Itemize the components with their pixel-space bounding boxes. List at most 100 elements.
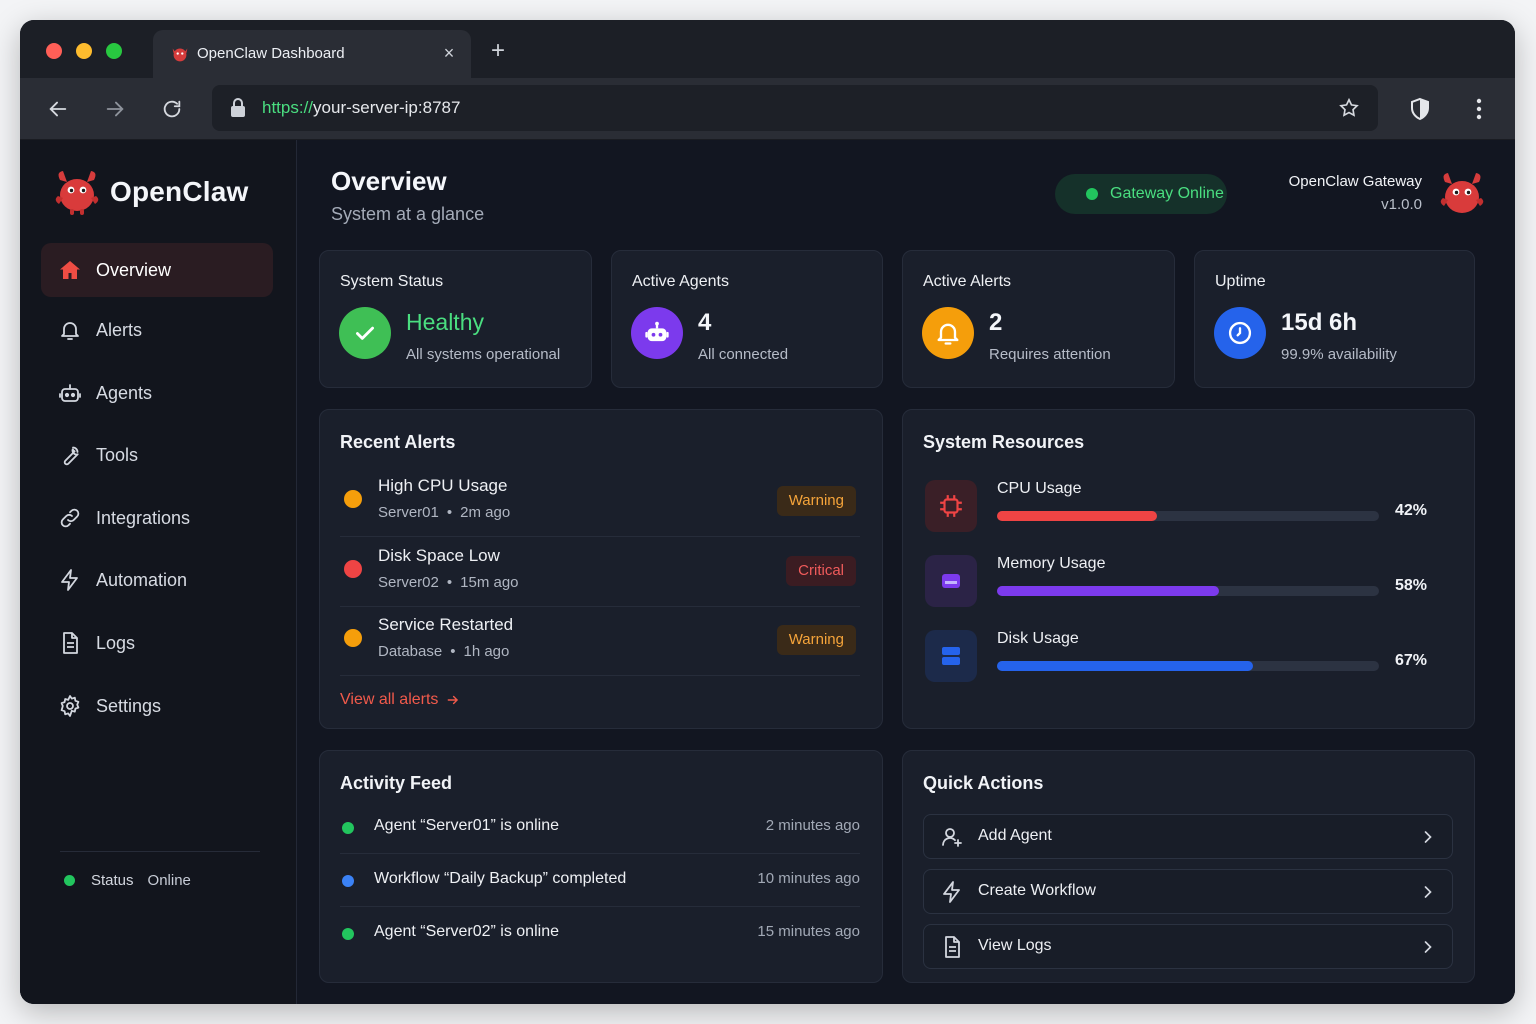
bell-icon — [922, 307, 974, 359]
stat-subtext: All systems operational — [406, 346, 561, 363]
resource-label: Memory Usage — [997, 555, 1106, 572]
resource-label: CPU Usage — [997, 480, 1082, 497]
brand-name: OpenClaw — [110, 176, 249, 207]
alert-row-disk-space[interactable]: Disk Space Low Server02 • 15m ago Critical — [340, 538, 860, 607]
activity-time: 2 minutes ago — [765, 817, 860, 834]
bell-icon — [61, 322, 79, 340]
app-area: OpenClaw Overview Alerts Agents Tools In… — [20, 140, 1515, 1004]
new-tab-button[interactable]: + — [486, 39, 510, 63]
alert-meta: Database • 1h ago — [378, 643, 510, 660]
resource-value: 67% — [1394, 652, 1427, 669]
status-value: Online — [147, 872, 191, 889]
activity-time: 15 minutes ago — [757, 923, 860, 940]
user-plus-icon — [942, 828, 962, 847]
severity-dot — [344, 560, 362, 578]
recent-alerts-card: Recent Alerts High CPU Usage Server01 • 2m… — [319, 409, 883, 729]
activity-time: 10 minutes ago — [757, 870, 860, 887]
view-logs-button[interactable]: View Logs — [923, 924, 1453, 969]
bookmark-star-icon[interactable] — [1338, 97, 1360, 119]
browser-tab[interactable]: OpenClaw Dashboard × — [153, 30, 471, 78]
card-title: Recent Alerts — [340, 432, 456, 452]
status-dot — [1086, 188, 1098, 200]
card-title: Quick Actions — [923, 773, 1044, 793]
sidebar-item-label: Alerts — [96, 319, 143, 340]
stat-title: Active Agents — [632, 273, 729, 290]
resource-row-cpu: CPU Usage 42% — [923, 480, 1443, 532]
arrow-right-icon — [448, 695, 459, 705]
chevron-right-icon — [1424, 941, 1432, 953]
sidebar-item-logs[interactable]: Logs — [41, 616, 273, 670]
gateway-status-badge: Gateway Online — [1055, 174, 1227, 214]
avatar[interactable] — [1439, 170, 1485, 218]
gear-icon — [60, 695, 80, 717]
stat-card-uptime[interactable]: Uptime 15d 6h 99.9% availability — [1194, 250, 1475, 388]
stat-value: 4 — [698, 309, 712, 336]
stat-subtext: 99.9% availability — [1281, 346, 1397, 363]
more-menu-icon[interactable] — [1465, 95, 1493, 123]
create-workflow-button[interactable]: Create Workflow — [923, 869, 1453, 914]
tab-close-icon[interactable]: × — [437, 41, 461, 65]
stat-title: Active Alerts — [923, 273, 1012, 290]
sidebar-item-label: Overview — [96, 259, 172, 280]
add-agent-button[interactable]: Add Agent — [923, 814, 1453, 859]
progress-track — [997, 661, 1379, 671]
sidebar-item-label: Logs — [96, 632, 136, 653]
url-text: https://your-server-ip:8787 — [262, 98, 461, 117]
activity-feed-card: Activity Feed Agent “Server01” is online… — [319, 750, 883, 983]
sidebar-item-automation[interactable]: Automation — [41, 553, 273, 607]
alert-row-high-cpu[interactable]: High CPU Usage Server01 • 2m ago Warning — [340, 468, 860, 537]
tab-strip: OpenClaw Dashboard × + — [20, 20, 1515, 78]
alert-meta: Server01 • 2m ago — [378, 504, 511, 521]
back-icon[interactable] — [44, 95, 72, 123]
alert-row-service-restarted[interactable]: Service Restarted Database • 1h ago Warnin… — [340, 607, 860, 676]
stat-card-active-agents[interactable]: Active Agents 4 All connected — [611, 250, 883, 388]
browser-toolbar: https://your-server-ip:8787 — [20, 78, 1515, 140]
activity-text: Agent “Server02” is online — [374, 923, 559, 940]
resource-label: Disk Usage — [997, 630, 1079, 647]
resource-row-memory: Memory Usage 58% — [923, 555, 1443, 607]
maximize-window-button[interactable] — [106, 43, 122, 59]
activity-text: Workflow “Daily Backup” completed — [374, 870, 627, 887]
reload-icon[interactable] — [158, 95, 186, 123]
openclaw-logo-icon — [55, 171, 99, 215]
sidebar-divider — [60, 851, 260, 852]
sidebar-item-agents[interactable]: Agents — [41, 366, 273, 420]
view-all-alerts-link[interactable]: View all alerts — [340, 691, 460, 709]
status-badge: Critical — [786, 556, 856, 586]
stat-title: Uptime — [1215, 273, 1266, 290]
resource-row-disk: Disk Usage 67% — [923, 630, 1443, 682]
stat-value: 15d 6h — [1281, 309, 1358, 336]
card-title: Activity Feed — [340, 773, 453, 793]
sidebar-item-label: Integrations — [96, 507, 191, 528]
wrench-icon — [63, 446, 79, 466]
sidebar-item-overview[interactable]: Overview — [41, 243, 273, 297]
address-bar[interactable]: https://your-server-ip:8787 — [212, 85, 1378, 131]
status-badge: Warning — [776, 486, 856, 516]
gateway-status-text: Gateway Online — [1110, 185, 1224, 202]
sidebar-item-alerts[interactable]: Alerts — [41, 303, 273, 357]
close-window-button[interactable] — [46, 43, 62, 59]
alert-title: Disk Space Low — [378, 546, 500, 565]
stat-card-system-status[interactable]: System Status Healthy All systems operat… — [319, 250, 592, 388]
brand[interactable]: OpenClaw — [54, 168, 249, 216]
shield-icon[interactable] — [1406, 95, 1434, 123]
sidebar-item-label: Agents — [96, 382, 153, 403]
chevron-right-icon — [1424, 886, 1432, 898]
minimize-window-button[interactable] — [76, 43, 92, 59]
document-icon — [945, 936, 960, 958]
disk-icon — [925, 630, 977, 682]
status-badge: Warning — [776, 625, 856, 655]
stat-value: Healthy — [406, 309, 484, 335]
sidebar-item-tools[interactable]: Tools — [41, 428, 273, 482]
activity-dot — [342, 822, 354, 834]
progress-track — [997, 586, 1379, 596]
sidebar-item-integrations[interactable]: Integrations — [41, 491, 273, 545]
bolt-icon — [61, 569, 78, 591]
severity-dot — [344, 490, 362, 508]
alert-title: Service Restarted — [378, 615, 514, 634]
forward-icon[interactable] — [101, 95, 129, 123]
checkmark-icon — [339, 307, 391, 359]
stat-card-active-alerts[interactable]: Active Alerts 2 Requires attention — [902, 250, 1175, 388]
sidebar-item-settings[interactable]: Settings — [41, 679, 273, 733]
progress-fill — [997, 661, 1253, 671]
